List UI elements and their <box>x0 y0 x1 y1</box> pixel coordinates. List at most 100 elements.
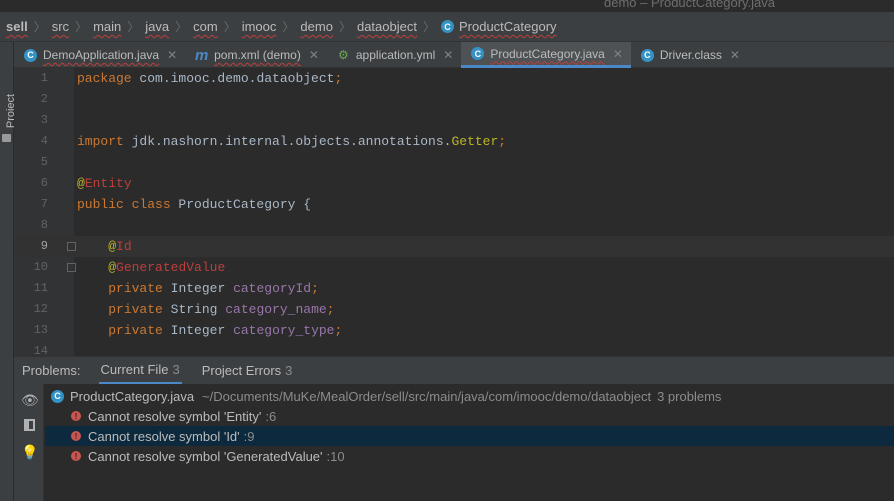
problems-title: Problems: <box>22 363 81 378</box>
line-number: 3 <box>40 113 48 127</box>
problem-file-row[interactable]: C ProductCategory.java ~/Documents/MuKe/… <box>45 386 894 406</box>
spring-app-icon: C <box>24 48 37 62</box>
tab-label: pom.xml (demo) <box>214 48 301 62</box>
close-icon[interactable]: ✕ <box>730 48 740 62</box>
line-number: 14 <box>33 344 48 356</box>
code-line[interactable]: 4 import jdk.nashorn.internal.objects.ann… <box>14 131 894 152</box>
fold-marker-icon[interactable] <box>67 263 76 272</box>
breadcrumb-item-src[interactable]: src <box>52 19 69 34</box>
line-number: 11 <box>33 281 48 295</box>
code-token: category_type <box>233 323 335 338</box>
code-line[interactable]: 5 <box>14 152 894 173</box>
code-line[interactable]: 10 @GeneratedValue <box>14 257 894 278</box>
problems-side-toolbar: 👁 💡 <box>14 384 44 501</box>
breadcrumb-item-com[interactable]: com <box>193 19 218 34</box>
code-line[interactable]: 9 @Id <box>14 236 894 257</box>
code-token: categoryId <box>233 281 312 296</box>
error-icon: ! <box>71 431 81 441</box>
code-token: ; <box>334 323 343 338</box>
tab-product-category[interactable]: C ProductCategory.java ✕ <box>461 42 631 68</box>
breadcrumb-separator-icon: 〉 <box>127 20 140 34</box>
code-line[interactable]: 6 @Entity <box>14 173 894 194</box>
close-icon[interactable]: ✕ <box>443 48 453 62</box>
folder-icon[interactable] <box>2 134 11 142</box>
code-token: private <box>108 323 171 338</box>
tab-label: application.yml <box>355 48 436 62</box>
eye-icon[interactable]: 👁 <box>21 392 39 408</box>
window-title: demo – ProductCategory.java <box>604 0 776 10</box>
breadcrumb-separator-icon: 〉 <box>282 20 295 34</box>
problem-item[interactable]: ! Cannot resolve symbol 'GeneratedValue'… <box>45 446 894 466</box>
problem-message: Cannot resolve symbol 'GeneratedValue' <box>88 448 323 464</box>
code-line[interactable]: 8 <box>14 215 894 236</box>
breadcrumb-item-project[interactable]: sell <box>6 19 28 34</box>
problems-tool-header: Problems: Current File 3 Project Errors … <box>14 356 894 385</box>
tab-driver-class[interactable]: C Driver.class ✕ <box>631 42 748 68</box>
code-line[interactable]: 12 private String category_name; <box>14 299 894 320</box>
breadcrumb-item-dataobject[interactable]: dataobject <box>357 19 417 34</box>
code-text: package com.imooc.demo.dataobject; <box>77 68 342 89</box>
problem-item[interactable]: ! Cannot resolve symbol 'Entity' :6 <box>45 406 894 426</box>
code-line[interactable]: 3 <box>14 110 894 131</box>
breadcrumb-separator-icon: 〉 <box>33 20 46 34</box>
tab-label: Current File <box>100 361 169 377</box>
problem-item-selected[interactable]: ! Cannot resolve symbol 'Id' :9 <box>45 426 894 446</box>
close-icon[interactable]: ✕ <box>613 47 623 61</box>
breadcrumb-item-class[interactable]: ProductCategory <box>459 19 557 34</box>
preview-icon[interactable] <box>21 417 37 433</box>
code-token: Entity <box>84 176 132 191</box>
code-token: public class <box>77 197 179 212</box>
code-token: ; <box>326 302 335 317</box>
class-icon: C <box>640 48 654 62</box>
problem-location: :6 <box>265 408 277 424</box>
tab-current-file[interactable]: Current File 3 <box>98 357 182 385</box>
code-token: ProductCategory { <box>178 197 312 212</box>
code-line[interactable]: 14 <box>14 341 894 356</box>
breadcrumb-item-java[interactable]: java <box>145 19 169 34</box>
fold-marker-icon[interactable] <box>67 242 76 251</box>
problems-list: C ProductCategory.java ~/Documents/MuKe/… <box>45 384 894 501</box>
code-line[interactable]: 13 private Integer category_type; <box>14 320 894 341</box>
close-icon[interactable]: ✕ <box>309 48 319 62</box>
code-token: Getter <box>451 134 499 149</box>
code-line[interactable]: 1 package com.imooc.demo.dataobject; <box>14 68 894 89</box>
error-icon: ! <box>71 411 81 421</box>
code-text: import jdk.nashorn.internal.objects.anno… <box>77 131 506 152</box>
code-token: Integer <box>170 323 234 338</box>
code-line[interactable]: 7 public class ProductCategory { <box>14 194 894 215</box>
line-number: 9 <box>40 239 48 253</box>
code-editor[interactable]: 1 package com.imooc.demo.dataobject; 2 3 4 im… <box>14 68 894 356</box>
breadcrumb-separator-icon: 〉 <box>422 20 435 34</box>
code-token: ; <box>498 134 507 149</box>
tab-application-yml[interactable]: ⚙ application.yml ✕ <box>327 42 461 68</box>
tab-demo-application[interactable]: C DemoApplication.java ✕ <box>14 42 185 68</box>
breadcrumb-item-main[interactable]: main <box>93 19 121 34</box>
problem-file-name: ProductCategory.java <box>70 388 195 404</box>
problem-location: :9 <box>243 428 255 444</box>
tab-pom-xml[interactable]: m pom.xml (demo) ✕ <box>185 42 327 68</box>
tab-project-errors[interactable]: Project Errors 3 <box>200 357 295 385</box>
breadcrumb-separator-icon: 〉 <box>175 20 188 34</box>
tab-label: Project Errors <box>201 363 282 378</box>
line-number: 2 <box>40 92 48 106</box>
breadcrumb-separator-icon: 〉 <box>338 20 351 34</box>
code-line[interactable]: 11 private Integer categoryId; <box>14 278 894 299</box>
breadcrumb-separator-icon: 〉 <box>75 20 88 34</box>
code-line[interactable]: 2 <box>14 89 894 110</box>
code-token: private <box>108 302 171 317</box>
problem-file-count: 3 problems <box>657 388 722 404</box>
close-icon[interactable]: ✕ <box>167 48 177 62</box>
breadcrumb-item-demo[interactable]: demo <box>300 19 333 34</box>
problem-count: 3 <box>285 363 293 378</box>
project-tool-strip: Project <box>0 42 17 501</box>
lightbulb-icon[interactable]: 💡 <box>21 444 38 460</box>
code-token: GeneratedValue <box>116 260 226 275</box>
breadcrumb-item-imooc[interactable]: imooc <box>242 19 277 34</box>
maven-icon: m <box>194 46 209 64</box>
line-number: 8 <box>40 218 48 232</box>
tab-label: ProductCategory.java <box>490 46 605 61</box>
code-token: package <box>77 71 140 86</box>
code-text: public class ProductCategory { <box>77 194 311 215</box>
